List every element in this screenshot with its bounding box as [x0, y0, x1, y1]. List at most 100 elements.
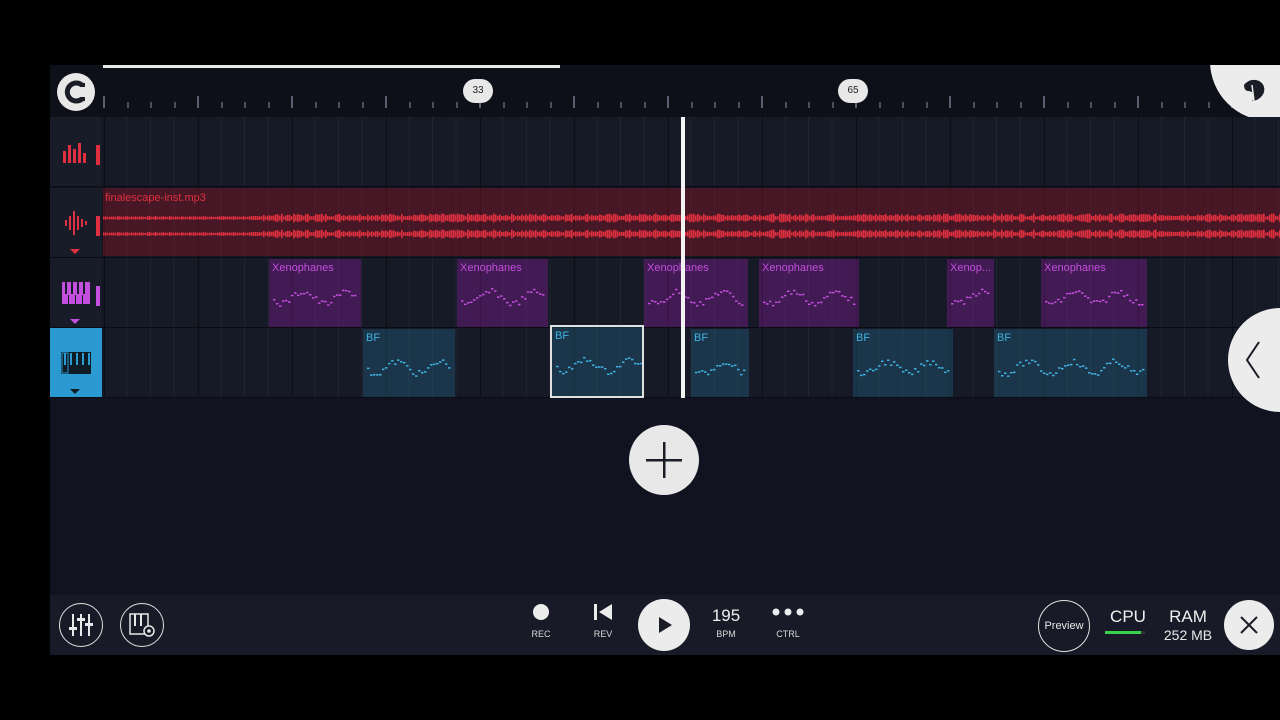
waveform-sample [917, 231, 919, 237]
note-mark [875, 368, 878, 371]
pattern-clip-bf[interactable]: BF [853, 329, 953, 397]
waveform-sample [529, 229, 531, 239]
scroll-position-indicator[interactable] [103, 65, 560, 68]
waveform-sample [571, 213, 573, 223]
waveform-sample [553, 231, 555, 237]
waveform-sample [707, 231, 709, 237]
pattern-clip-bf[interactable]: BF [994, 329, 1147, 397]
pink-keys-icon [62, 281, 90, 304]
waveform-sample [747, 215, 749, 221]
note-mark [728, 363, 731, 366]
waveform-sample [1009, 231, 1011, 237]
audio-clip[interactable]: finalescape-inst.mp3 [103, 188, 1280, 256]
waveform-sample [1207, 229, 1209, 239]
waveform-sample [1201, 230, 1203, 238]
ctrl-button[interactable]: CTRL [763, 603, 813, 639]
pattern-clip-xenophanes[interactable]: Xenophanes [759, 259, 859, 327]
waveform-sample [937, 214, 939, 222]
note-mark [315, 296, 318, 298]
waveform-sample [415, 231, 417, 237]
track-color-bar [96, 216, 100, 236]
ruler-tick [1137, 96, 1139, 108]
waveform-sample [551, 231, 553, 237]
waveform-sample [361, 232, 363, 236]
track-header-audio[interactable] [50, 188, 102, 258]
waveform-sample [271, 215, 273, 221]
waveform-sample [1263, 213, 1265, 223]
track-menu-caret-icon[interactable] [70, 249, 80, 254]
waveform-sample [121, 216, 123, 220]
pattern-clip-bf-selected[interactable]: BF [550, 325, 644, 398]
track-header-mixer[interactable] [50, 117, 102, 187]
pattern-clip-xenophanes[interactable]: Xenophanes [269, 259, 361, 327]
waveform-sample [351, 232, 353, 236]
waveform-sample [539, 231, 541, 237]
waveform-sample [791, 216, 793, 220]
waveform-sample [867, 231, 869, 237]
instrument-settings-button[interactable] [120, 603, 164, 647]
waveform-sample [1193, 216, 1195, 220]
waveform-sample [1007, 214, 1009, 222]
waveform-sample [783, 229, 785, 239]
mixer-button[interactable] [59, 603, 103, 647]
waveform-sample [615, 230, 617, 238]
waveform-sample [841, 232, 843, 236]
preview-button[interactable]: Preview [1038, 600, 1090, 652]
pattern-clip-bf[interactable]: BF [363, 329, 455, 397]
waveform-sample [1023, 230, 1025, 238]
waveform-sample [855, 215, 857, 221]
waveform-sample [127, 232, 129, 236]
track-menu-caret-icon[interactable] [70, 319, 80, 324]
ruler-tick [690, 102, 693, 108]
waveform-sample [691, 214, 693, 222]
waveform-sample [155, 216, 157, 220]
ruler-tick [596, 102, 599, 108]
waveform-sample [413, 230, 415, 238]
waveform-sample [805, 229, 807, 239]
ruler-tick [667, 96, 669, 108]
tempo-button[interactable]: 195 BPM [701, 606, 751, 639]
waveform-sample [411, 232, 413, 236]
waveform-sample [861, 230, 863, 238]
playhead[interactable] [681, 117, 685, 398]
waveform-sample [493, 213, 495, 223]
pattern-clip-xenophanes[interactable]: Xenophanes [1041, 259, 1147, 327]
pattern-clip-bf[interactable]: BF [691, 329, 749, 397]
waveform-sample [1087, 213, 1089, 223]
note-mark [370, 374, 373, 376]
waveform-sample [517, 231, 519, 237]
play-button[interactable] [638, 599, 690, 651]
note-mark [1135, 299, 1138, 301]
track-lane-1[interactable] [103, 117, 1280, 187]
waveform-sample [1271, 229, 1273, 239]
waveform-sample [1005, 214, 1007, 222]
pattern-clip-xenophanes[interactable]: Xenophanes [644, 259, 748, 327]
snap-magnet-button[interactable] [57, 73, 95, 111]
plus-icon [646, 442, 682, 478]
waveform-sample [141, 232, 143, 236]
add-track-button[interactable] [629, 425, 699, 495]
pattern-clip-xenophanes[interactable]: Xenop... [947, 259, 994, 327]
waveform-sample [1125, 215, 1127, 221]
waveform-sample [227, 216, 229, 220]
record-button[interactable]: REC [516, 603, 566, 639]
waveform-sample [1117, 215, 1119, 221]
waveform-sample [1171, 231, 1173, 237]
close-button[interactable] [1224, 600, 1274, 650]
waveform-sample [1121, 213, 1123, 223]
timeline-ruler[interactable]: 33 65 [50, 65, 1280, 121]
track-header-piano-selected[interactable] [50, 328, 102, 398]
rewind-button[interactable]: REV [578, 603, 628, 639]
track-menu-caret-icon[interactable] [70, 389, 80, 394]
waveform-sample [475, 230, 477, 238]
waveform-sample [257, 216, 259, 220]
ruler-tick [197, 96, 199, 108]
track-header-pink-keys[interactable] [50, 258, 102, 328]
waveform-sample [945, 230, 947, 238]
waveform-sample [663, 214, 665, 222]
pattern-clip-xenophanes[interactable]: Xenophanes [457, 259, 548, 327]
waveform-sample [641, 214, 643, 222]
fl-studio-menu-button[interactable] [1210, 65, 1280, 121]
note-mark [720, 291, 723, 293]
waveform-sample [635, 231, 637, 237]
